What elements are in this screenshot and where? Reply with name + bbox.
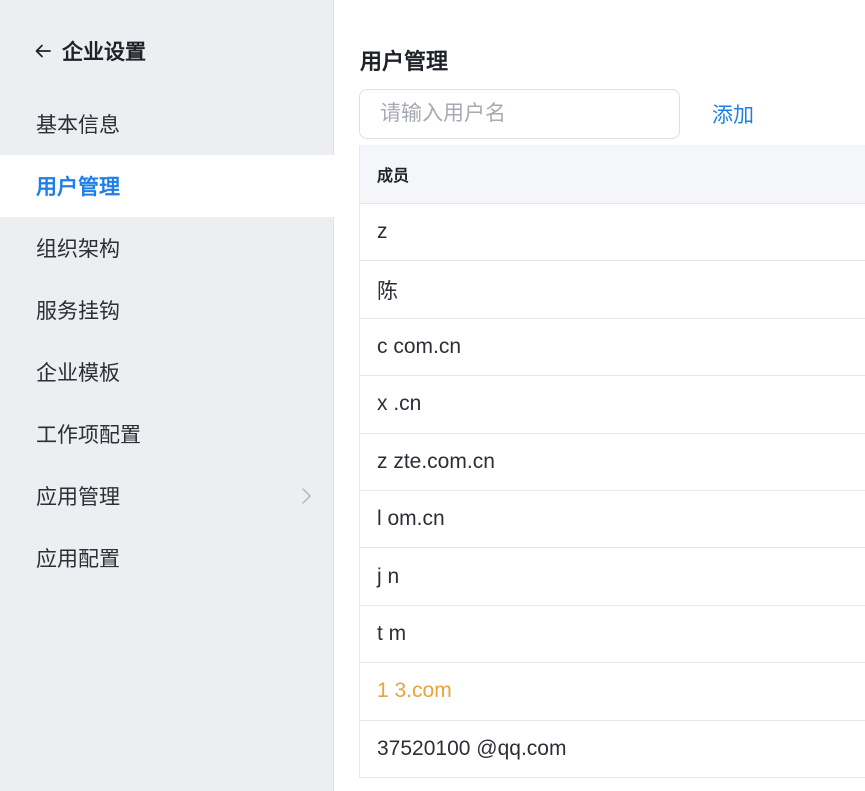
sidebar-item-app-config[interactable]: 应用配置 xyxy=(0,527,334,589)
table-row[interactable]: l om.cn xyxy=(360,491,865,549)
sidebar-item-organization[interactable]: 组织架构 xyxy=(0,217,334,279)
sidebar-item-label: 应用配置 xyxy=(36,548,120,571)
table-row[interactable]: t m xyxy=(360,606,865,664)
sidebar-item-label: 基本信息 xyxy=(36,114,120,137)
sidebar-item-basic-info[interactable]: 基本信息 xyxy=(0,93,334,155)
sidebar-item-templates[interactable]: 企业模板 xyxy=(0,341,334,403)
add-user-button[interactable]: 添加 xyxy=(712,99,754,129)
sidebar-item-label: 组织架构 xyxy=(36,238,120,261)
table-header-member: 成员 xyxy=(360,145,865,204)
sidebar-item-label: 应用管理 xyxy=(36,486,120,509)
sidebar-item-service-hooks[interactable]: 服务挂钩 xyxy=(0,279,334,341)
sidebar-nav: 基本信息 用户管理 组织架构 服务挂钩 企业模板 工作项配置 应用管理 应用配置 xyxy=(0,93,334,589)
page-title: 用户管理 xyxy=(360,49,449,74)
main-content: 用户管理 添加 成员 z 陈 c com.cn x .cn z zte.com.… xyxy=(334,0,865,791)
table-row[interactable]: 37520100 @qq.com xyxy=(360,721,865,778)
sidebar-item-work-item-config[interactable]: 工作项配置 xyxy=(0,403,334,465)
arrow-left-icon xyxy=(35,44,51,58)
table-row[interactable]: z xyxy=(360,204,865,262)
sidebar-item-label: 工作项配置 xyxy=(36,424,141,447)
user-search-input[interactable] xyxy=(359,89,680,139)
app-window: 企业设置 基本信息 用户管理 组织架构 服务挂钩 企业模板 工作项配置 应用管理 xyxy=(0,0,865,791)
chevron-right-icon xyxy=(302,488,311,504)
sidebar: 企业设置 基本信息 用户管理 组织架构 服务挂钩 企业模板 工作项配置 应用管理 xyxy=(0,0,334,791)
table-row[interactable]: 陈 xyxy=(360,261,865,319)
sidebar-title: 企业设置 xyxy=(62,41,146,64)
sidebar-item-label: 服务挂钩 xyxy=(36,300,120,323)
table-row[interactable]: c com.cn xyxy=(360,319,865,377)
back-to-enterprise-settings[interactable]: 企业设置 xyxy=(34,34,146,68)
table-row[interactable]: 1 3.com xyxy=(360,663,865,721)
sidebar-item-user-management[interactable]: 用户管理 xyxy=(0,155,334,217)
table-row[interactable]: z zte.com.cn xyxy=(360,434,865,491)
members-table: 成员 z 陈 c com.cn x .cn z zte.com.cn l om.… xyxy=(359,145,865,778)
sidebar-item-app-management[interactable]: 应用管理 xyxy=(0,465,334,527)
sidebar-item-label: 企业模板 xyxy=(36,362,120,385)
sidebar-item-label: 用户管理 xyxy=(36,176,120,199)
table-row[interactable]: x .cn xyxy=(360,376,865,434)
table-row[interactable]: j n xyxy=(360,548,865,606)
